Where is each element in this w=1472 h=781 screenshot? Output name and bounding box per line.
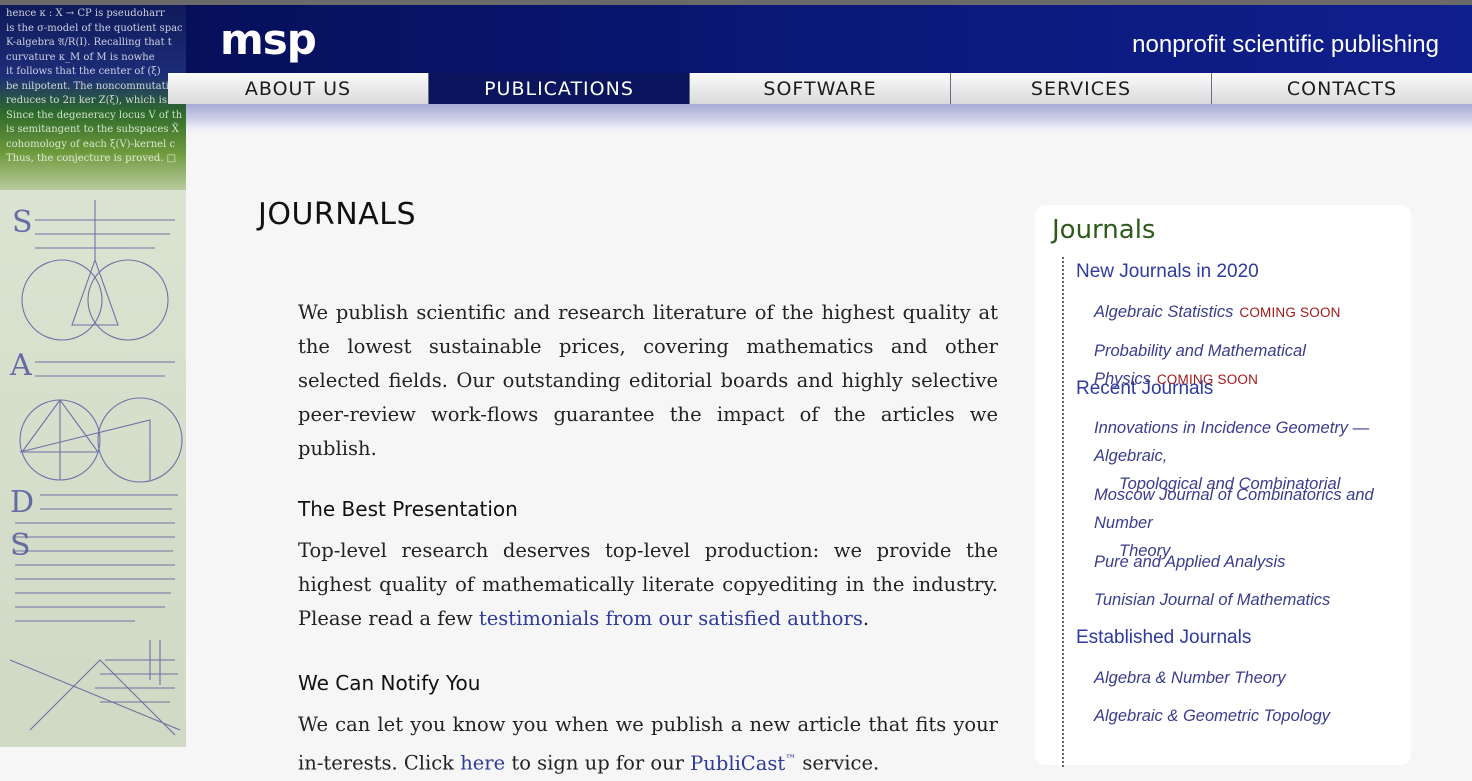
math-line: Since the degeneracy locus V of th [6,109,183,121]
trademark-symbol: ™ [785,752,797,765]
journal-name: Pure and Applied Analysis [1094,553,1286,571]
main-nav: ABOUT US PUBLICATIONS SOFTWARE SERVICES … [168,73,1472,104]
site-tagline: nonprofit scientific publishing [1132,31,1439,58]
svg-text:A: A [9,348,32,383]
sidebar-title: Journals [1052,215,1156,245]
category-recent-journals[interactable]: Recent Journals [1076,378,1213,400]
svg-text:D: D [10,485,34,520]
journal-name: Algebra & Number Theory [1094,669,1286,687]
math-line: be nilpotent. The noncommutative [6,80,181,92]
nav-software[interactable]: SOFTWARE [690,73,951,104]
notify-text-middle: to sign up for our [505,751,691,775]
math-line: reduces to 2π ker Z(ξ), which is ir [6,95,179,106]
journal-algebraic-geometric-topology[interactable]: Algebraic & Geometric Topology [1094,702,1394,730]
manuscript-geometry-illustration: S A D S [9,200,183,736]
journal-name: Tunisian Journal of Mathematics [1094,591,1331,609]
journal-algebraic-statistics[interactable]: Algebraic Statistics COMING SOON [1094,298,1394,327]
math-line: is the σ-model of the quotient spac [6,22,183,34]
math-line: K-algebra 𝔄/R(I). Recalling that t [6,37,172,48]
journal-name-line1: Innovations in Incidence Geometry — Alge… [1094,419,1370,465]
nav-services[interactable]: SERVICES [951,73,1212,104]
journal-tunisian-mathematics[interactable]: Tunisian Journal of Mathematics [1094,586,1394,614]
publicast-link[interactable]: PubliCast™ [690,752,796,775]
journals-sidebar: Journals New Journals in 2020 Algebraic … [1035,205,1411,767]
math-line: hence κ : X → CP is pseudoharr [6,8,165,19]
presentation-text-end: . [862,607,870,630]
signup-here-link[interactable]: here [460,752,505,775]
category-new-journals[interactable]: New Journals in 2020 [1076,261,1259,283]
journals-list: New Journals in 2020 Algebraic Statistic… [1062,257,1404,767]
header-gradient-band [186,104,1472,134]
journal-name: Algebraic & Geometric Topology [1094,707,1331,725]
svg-text:S: S [12,205,33,240]
section-heading-notify: We Can Notify You [298,671,481,695]
journal-algebra-number-theory[interactable]: Algebra & Number Theory [1094,664,1394,692]
math-line: curvature κ_M of M is nowhe [6,51,155,63]
decorative-side-strip: hence κ : X → CP is pseudoharr is the σ-… [0,5,186,747]
site-header: msp nonprofit scientific publishing [186,5,1472,73]
page-title: JOURNALS [258,197,416,232]
nav-contacts[interactable]: CONTACTS [1212,73,1472,104]
nav-about-us[interactable]: ABOUT US [168,73,429,104]
testimonials-link[interactable]: testimonials from our satisfied authors [479,607,863,630]
notify-paragraph: We can let you know you when we publish … [298,708,998,781]
notify-text-end: service. [796,751,880,775]
journal-pure-applied-analysis[interactable]: Pure and Applied Analysis [1094,548,1394,576]
math-text-decoration: hence κ : X → CP is pseudoharr is the σ-… [0,5,186,190]
nav-publications[interactable]: PUBLICATIONS [429,73,690,104]
math-line: Thus, the conjecture is proved. □ [6,153,177,164]
presentation-paragraph: Top-level research deserves top-level pr… [298,534,998,636]
math-line: it follows that the center of (ξ) [6,66,161,77]
main-content: We publish scientific and research liter… [298,296,998,781]
publicast-label: PubliCast [690,751,786,775]
category-established-journals[interactable]: Established Journals [1076,627,1251,649]
msp-logo[interactable]: msp [220,15,317,64]
journal-name: Algebraic Statistics [1094,303,1234,321]
journal-name-line1: Moscow Journal of Combinatorics and Numb… [1094,486,1374,532]
svg-text:S: S [10,528,31,563]
math-line: cohomology of each ξ(V)-kernel c [6,138,176,150]
math-line: is semitangent to the subspaces X̃ [6,124,179,135]
coming-soon-badge: COMING SOON [1239,305,1341,320]
intro-paragraph: We publish scientific and research liter… [298,301,998,460]
section-heading-presentation: The Best Presentation [298,497,518,521]
